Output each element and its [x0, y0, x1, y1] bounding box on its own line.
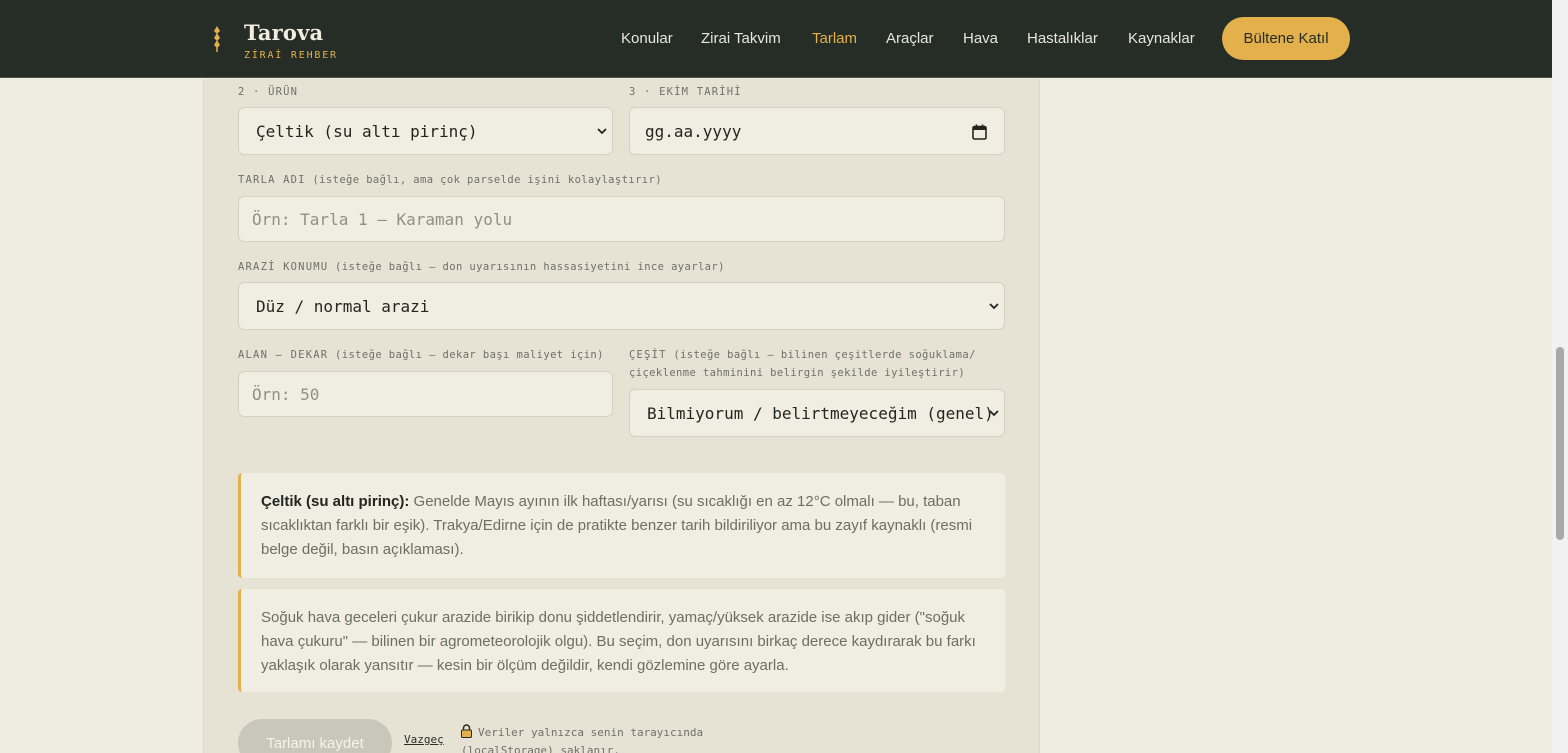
- product-label: 2 · ÜRÜN: [238, 86, 299, 98]
- chevron-down-icon: [597, 128, 607, 135]
- terrain-note-text: Soğuk hava geceleri çukur arazide biriki…: [261, 609, 976, 674]
- page-scrollbar[interactable]: [1552, 0, 1568, 753]
- field-name-label: TARLA ADI (isteğe bağlı, ama çok parseld…: [238, 174, 662, 186]
- cancel-link[interactable]: Vazgeç: [404, 733, 444, 746]
- variety-select[interactable]: Bilmiyorum / belirtmeyeceğim (genel): [629, 389, 1005, 437]
- crop-note-title: Çeltik (su altı pirinç):: [261, 493, 410, 510]
- crop-info-note: Çeltik (su altı pirinç): Genelde Mayıs a…: [238, 473, 1005, 578]
- variety-label: ÇEŞİT (isteğe bağlı — bilinen çeşitlerde…: [629, 349, 976, 379]
- lock-icon: [461, 724, 472, 738]
- nav-item-zirai-takvim[interactable]: Zirai Takvim: [701, 30, 781, 47]
- field-name-input[interactable]: Örn: Tarla 1 — Karaman yolu: [238, 196, 1005, 242]
- chevron-down-icon: [989, 303, 999, 310]
- newsletter-button[interactable]: Bültene Katıl: [1222, 17, 1350, 60]
- terrain-info-note: Soğuk hava geceleri çukur arazide biriki…: [238, 589, 1005, 692]
- nav-item-hastaliklar[interactable]: Hastalıklar: [1027, 30, 1098, 47]
- nav-item-tarlam[interactable]: Tarlam: [812, 30, 857, 47]
- top-navigation-bar: Tarova ZİRAİ REHBER Konular Zirai Takvim…: [0, 0, 1552, 78]
- save-field-button[interactable]: Tarlamı kaydet: [238, 719, 392, 753]
- privacy-note: Veriler yalnızca senin tarayıcında (loca…: [461, 724, 704, 753]
- terrain-select[interactable]: Düz / normal arazi: [238, 282, 1005, 330]
- scrollbar-thumb[interactable]: [1556, 347, 1564, 540]
- area-label: ALAN — DEKAR (isteğe bağlı — dekar başı …: [238, 349, 604, 361]
- chevron-down-icon: [989, 410, 999, 417]
- area-input[interactable]: Örn: 50: [238, 371, 613, 417]
- nav-item-kaynaklar[interactable]: Kaynaklar: [1128, 30, 1195, 47]
- terrain-label: ARAZİ KONUMU (isteğe bağlı — don uyarısı…: [238, 261, 725, 273]
- calendar-icon[interactable]: [972, 124, 987, 140]
- product-select[interactable]: Çeltik (su altı pirinç): [238, 107, 613, 155]
- sowing-date-input[interactable]: gg.aa.yyyy: [629, 107, 1005, 155]
- nav-item-konular[interactable]: Konular: [621, 30, 673, 47]
- sowing-date-label: 3 · EKİM TARİHİ: [629, 86, 742, 98]
- brand-title: Tarova: [244, 20, 324, 45]
- nav-item-araclar[interactable]: Araçlar: [886, 30, 934, 47]
- wheat-logo-icon: [214, 26, 220, 52]
- nav-item-hava[interactable]: Hava: [963, 30, 998, 47]
- brand-subtitle: ZİRAİ REHBER: [244, 50, 338, 61]
